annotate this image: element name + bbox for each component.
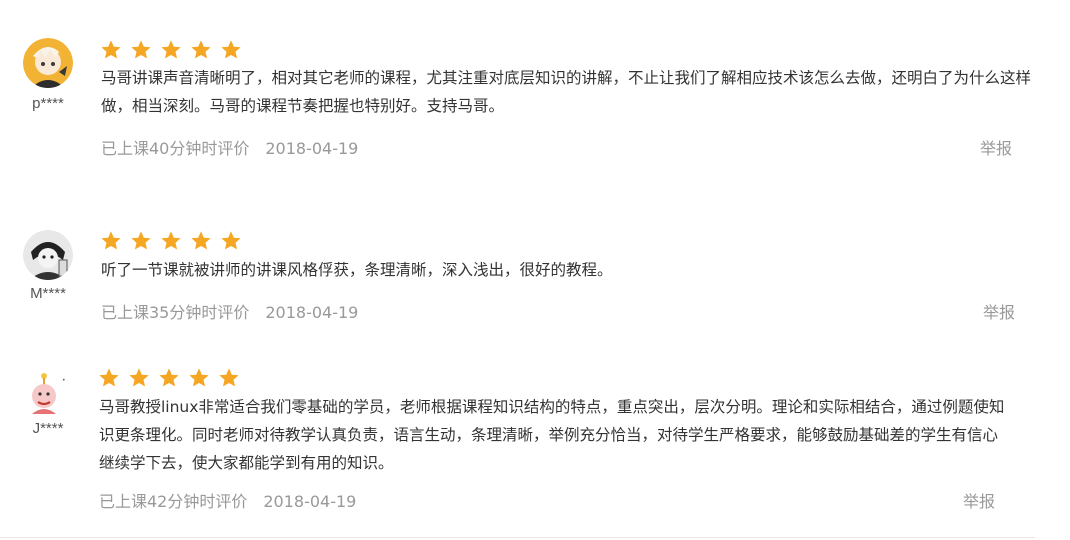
- star-icon: [101, 231, 121, 250]
- star-icon: [219, 368, 239, 387]
- study-time: 已上课40分钟时评价: [101, 139, 250, 158]
- star-icon: [189, 368, 209, 387]
- avatar[interactable]: [23, 38, 73, 88]
- study-time: 已上课35分钟时评价: [101, 303, 250, 322]
- star-icon: [159, 368, 179, 387]
- review-text: 听了一节课就被讲师的讲课风格俘获，条理清晰，深入浅出，很好的教程。: [101, 261, 613, 279]
- star-icon: [131, 231, 151, 250]
- review-date: 2018-04-19: [265, 303, 359, 322]
- star-icon: [131, 40, 151, 59]
- report-link[interactable]: 举报: [963, 488, 995, 512]
- star-icon: [221, 231, 241, 250]
- svg-text:•: •: [62, 377, 66, 384]
- rating-stars: [100, 39, 242, 61]
- review-meta: 已上课40分钟时评价 2018-04-19: [101, 135, 358, 159]
- review-meta: 已上课35分钟时评价 2018-04-19: [101, 299, 358, 323]
- avatar[interactable]: [23, 230, 73, 280]
- avatar[interactable]: •: [24, 368, 72, 416]
- username: M****: [30, 285, 66, 302]
- star-icon: [161, 40, 181, 59]
- review-meta: 已上课42分钟时评价 2018-04-19: [99, 488, 356, 512]
- report-link[interactable]: 举报: [983, 299, 1015, 323]
- review-date: 2018-04-19: [263, 492, 357, 511]
- star-icon: [99, 368, 119, 387]
- study-time: 已上课42分钟时评价: [99, 492, 248, 511]
- username: p****: [32, 95, 64, 112]
- divider: [0, 537, 1035, 538]
- star-icon: [221, 40, 241, 59]
- star-icon: [191, 40, 211, 59]
- review-text: 马哥讲课声音清晰明了，相对其它老师的课程，尤其注重对底层知识的讲解，不止让我们了…: [101, 69, 1032, 115]
- review-text: 马哥教授linux非常适合我们零基础的学员，老师根据课程知识结构的特点，重点突出…: [99, 398, 1005, 472]
- star-icon: [191, 231, 211, 250]
- star-icon: [101, 40, 121, 59]
- review-date: 2018-04-19: [265, 139, 359, 158]
- rating-stars: [100, 230, 242, 252]
- username: J****: [32, 420, 64, 437]
- report-link[interactable]: 举报: [980, 135, 1012, 159]
- star-icon: [161, 231, 181, 250]
- star-icon: [129, 368, 149, 387]
- rating-stars: [98, 367, 240, 389]
